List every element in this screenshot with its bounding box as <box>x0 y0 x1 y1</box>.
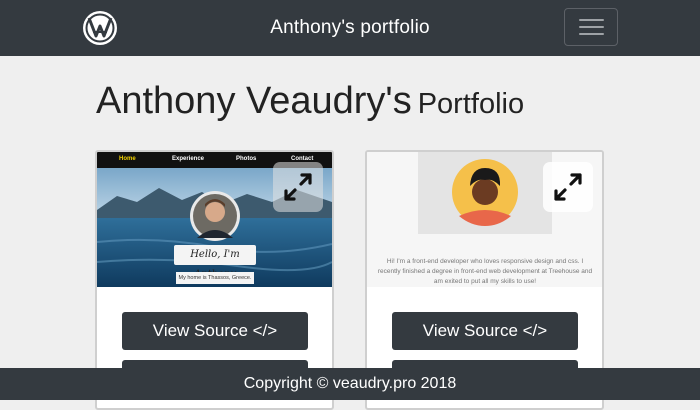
expand-button[interactable] <box>273 162 323 212</box>
project-preview-image-1[interactable]: Home Experience Photos Contact Hello, I'… <box>97 152 332 287</box>
page-title-main: Anthony Veaudry's <box>96 80 412 122</box>
preview-greeting: Hello, I'm Anthony <box>174 245 256 280</box>
preview-subtext: My home is Thassos, Greece. <box>176 272 254 284</box>
view-source-button[interactable]: View Source </> <box>122 312 308 350</box>
expand-icon <box>284 173 312 201</box>
preview-nav-item: Home <box>119 156 136 162</box>
footer: Copyright © veaudry.pro 2018 <box>0 368 700 400</box>
hamburger-menu-button[interactable] <box>564 8 618 46</box>
page-title-sub: Portfolio <box>417 88 525 120</box>
project-preview-image-2[interactable]: Hi! I'm a front-end developer who loves … <box>367 152 602 287</box>
view-source-button[interactable]: View Source </> <box>392 312 578 350</box>
preview-nav-item: Experience <box>172 156 205 162</box>
expand-button[interactable] <box>543 162 593 212</box>
expand-icon <box>554 173 582 201</box>
preview-nav-item: Photos <box>236 156 257 162</box>
hamburger-menu-icon <box>579 19 604 21</box>
page-title: Anthony Veaudry's Portfolio <box>96 80 524 123</box>
preview-bio: Hi! I'm a front-end developer who loves … <box>377 258 593 285</box>
navbar: Anthony's portfolio <box>0 0 700 56</box>
